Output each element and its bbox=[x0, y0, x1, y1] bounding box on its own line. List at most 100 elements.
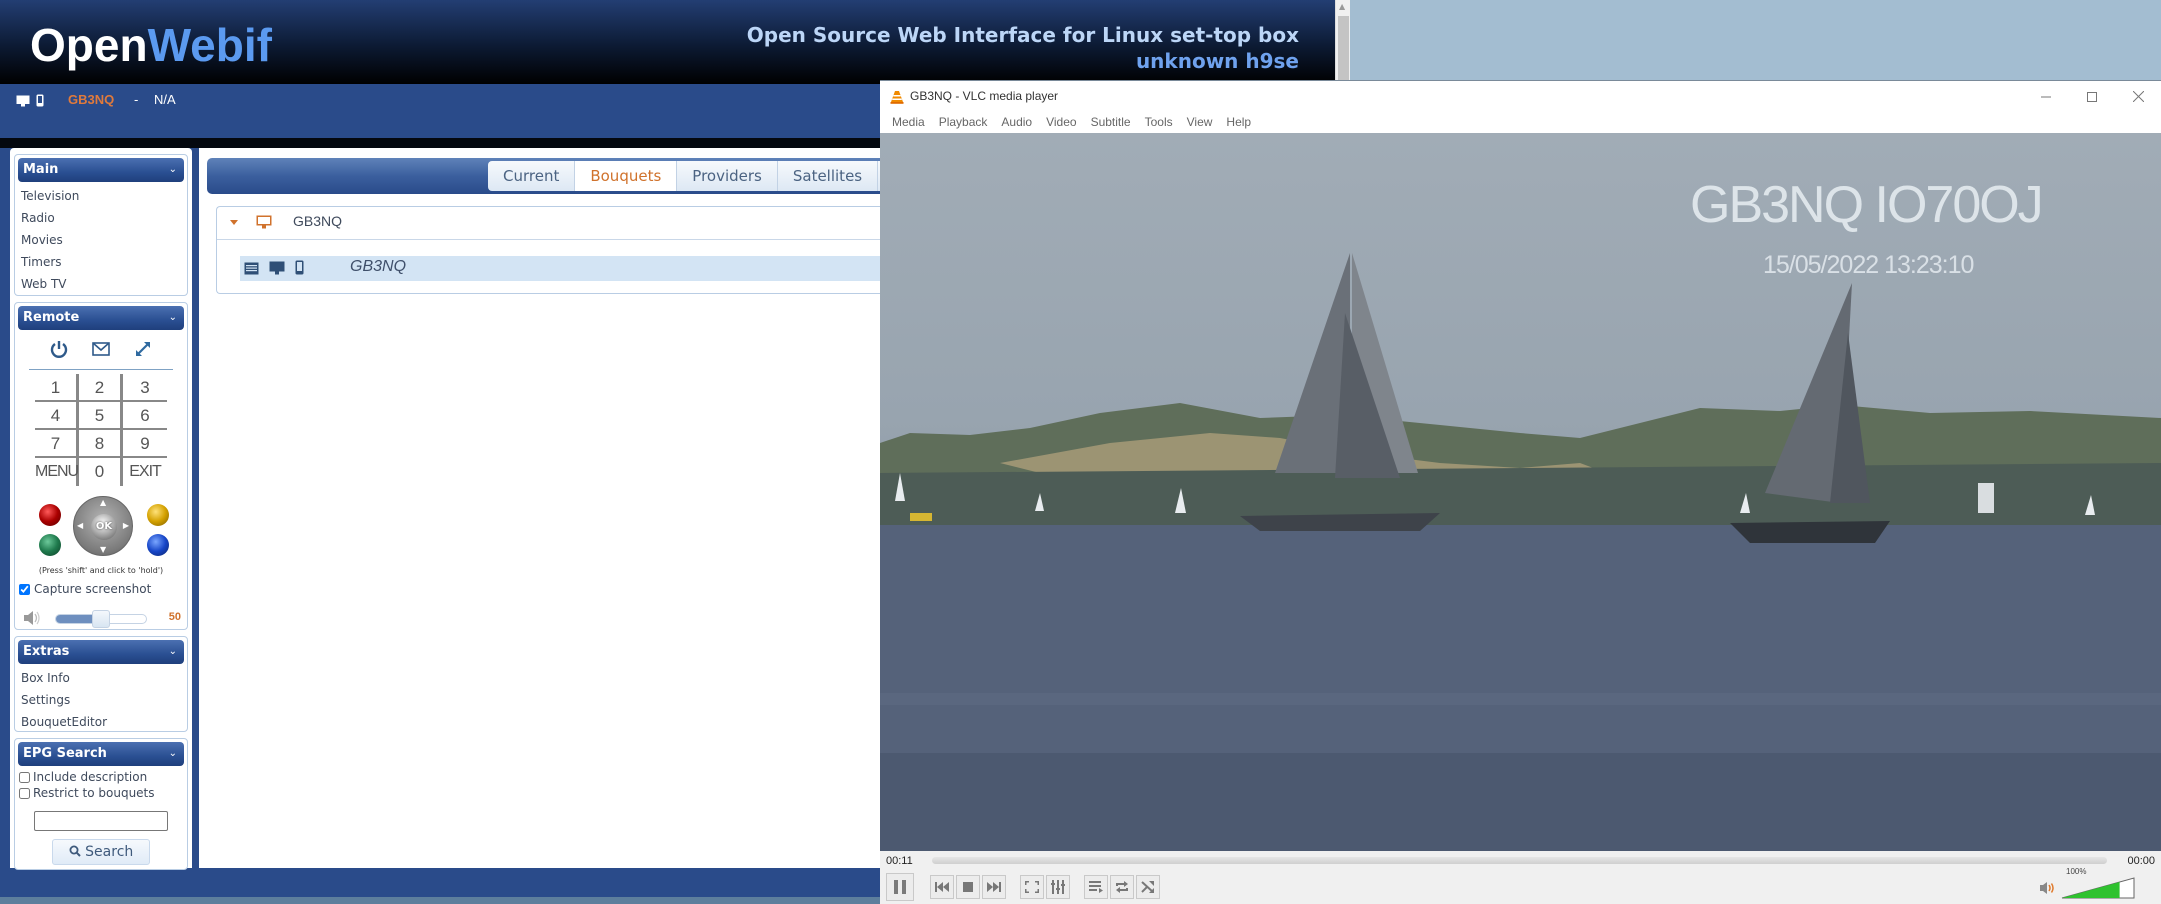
nav-radio[interactable]: Radio bbox=[15, 207, 187, 229]
chevron-down-icon[interactable]: ⌄ bbox=[169, 640, 177, 664]
nav-settings[interactable]: Settings bbox=[15, 689, 187, 711]
tab-bouquets[interactable]: Bouquets bbox=[575, 161, 678, 191]
message-icon[interactable] bbox=[91, 339, 111, 363]
remote-title: Remote bbox=[23, 310, 80, 325]
key-4[interactable]: 4 bbox=[35, 402, 79, 430]
key-9[interactable]: 9 bbox=[123, 430, 167, 458]
extended-settings-button[interactable] bbox=[1046, 875, 1070, 899]
close-button[interactable] bbox=[2115, 81, 2161, 112]
expand-triangle-icon[interactable] bbox=[230, 220, 238, 225]
shuffle-button[interactable] bbox=[1136, 875, 1160, 899]
menu-view[interactable]: View bbox=[1184, 112, 1219, 133]
bouquet-name[interactable]: GB3NQ bbox=[293, 213, 342, 229]
scrollbar-thumb[interactable] bbox=[1338, 16, 1349, 86]
tv-icon[interactable] bbox=[16, 92, 30, 111]
stop-button[interactable] bbox=[956, 875, 980, 899]
nav-box-info[interactable]: Box Info bbox=[15, 667, 187, 689]
direction-pad: ▲ ▼ ◀ ▶ OK bbox=[73, 496, 133, 556]
remote-header[interactable]: Remote ⌄ bbox=[18, 306, 184, 330]
menu-video[interactable]: Video bbox=[1043, 112, 1082, 133]
blue-button[interactable] bbox=[147, 534, 169, 556]
key-1[interactable]: 1 bbox=[35, 374, 79, 402]
loop-button[interactable] bbox=[1110, 875, 1134, 899]
tab-current[interactable]: Current bbox=[488, 161, 576, 191]
menu-audio[interactable]: Audio bbox=[998, 112, 1038, 133]
tab-providers[interactable]: Providers bbox=[677, 161, 778, 191]
extras-header[interactable]: Extras ⌄ bbox=[18, 640, 184, 664]
key-0[interactable]: 0 bbox=[79, 458, 123, 486]
right-arrow-icon[interactable]: ▶ bbox=[123, 521, 129, 530]
key-2[interactable]: 2 bbox=[79, 374, 123, 402]
loop-icon bbox=[1116, 881, 1128, 893]
fullscreen-button[interactable] bbox=[1020, 875, 1044, 899]
menu-help[interactable]: Help bbox=[1223, 112, 1257, 133]
speaker-icon[interactable] bbox=[2039, 881, 2057, 895]
epg-search-header[interactable]: EPG Search ⌄ bbox=[18, 742, 184, 766]
left-arrow-icon[interactable]: ◀ bbox=[77, 521, 83, 530]
menu-subtitle[interactable]: Subtitle bbox=[1088, 112, 1137, 133]
channel-name[interactable]: GB3NQ bbox=[350, 258, 406, 276]
vlc-menubar: Media Playback Audio Video Subtitle Tool… bbox=[880, 112, 2161, 133]
hold-hint: (Press 'shift' and click to 'hold') bbox=[38, 566, 164, 575]
power-icon[interactable] bbox=[49, 339, 69, 363]
chevron-down-icon[interactable]: ⌄ bbox=[169, 742, 177, 766]
chevron-down-icon[interactable]: ⌄ bbox=[169, 158, 177, 182]
nav-bouquet-editor[interactable]: BouquetEditor bbox=[15, 711, 187, 733]
mobile-icon[interactable] bbox=[36, 92, 44, 111]
menu-tools[interactable]: Tools bbox=[1142, 112, 1179, 133]
include-description-checkbox[interactable] bbox=[19, 771, 30, 783]
pause-button[interactable] bbox=[886, 873, 914, 901]
nav-television[interactable]: Television bbox=[15, 185, 187, 207]
capture-screenshot-checkbox[interactable] bbox=[19, 583, 30, 595]
previous-button[interactable] bbox=[930, 875, 954, 899]
minimize-button[interactable] bbox=[2023, 81, 2069, 112]
menu-playback[interactable]: Playback bbox=[936, 112, 994, 133]
epg-search-panel: EPG Search ⌄ Include description Restric… bbox=[14, 738, 188, 870]
volume-percent: 100% bbox=[2066, 867, 2087, 876]
key-5[interactable]: 5 bbox=[79, 402, 123, 430]
nav-web-tv[interactable]: Web TV bbox=[15, 273, 187, 295]
maximize-button[interactable] bbox=[2069, 81, 2115, 112]
capture-screenshot-label: Capture screenshot bbox=[34, 582, 152, 596]
green-button[interactable] bbox=[39, 534, 61, 556]
logo-webif: Webif bbox=[147, 19, 272, 71]
chevron-down-icon[interactable]: ⌄ bbox=[169, 306, 177, 330]
volume-control: 50 bbox=[15, 604, 187, 634]
mobile-icon[interactable] bbox=[295, 260, 304, 279]
tv-icon[interactable] bbox=[269, 260, 285, 279]
speaker-icon[interactable] bbox=[21, 608, 41, 628]
key-exit[interactable]: EXIT bbox=[123, 458, 167, 486]
scroll-up-arrow-icon[interactable]: ▲ bbox=[1339, 2, 1345, 11]
down-arrow-icon[interactable]: ▼ bbox=[100, 545, 106, 554]
key-7[interactable]: 7 bbox=[35, 430, 79, 458]
key-6[interactable]: 6 bbox=[123, 402, 167, 430]
playlist-button[interactable] bbox=[1084, 875, 1108, 899]
main-menu-header[interactable]: Main ⌄ bbox=[18, 158, 184, 182]
fullscreen-icon[interactable] bbox=[133, 339, 153, 363]
openwebif-logo[interactable]: OpenWebif bbox=[30, 18, 272, 72]
next-button[interactable] bbox=[982, 875, 1006, 899]
restrict-to-bouquets-checkbox[interactable] bbox=[19, 787, 30, 799]
red-button[interactable] bbox=[39, 504, 61, 526]
menu-media[interactable]: Media bbox=[889, 112, 931, 133]
tab-satellites[interactable]: Satellites bbox=[777, 161, 879, 191]
stop-icon bbox=[963, 882, 973, 892]
nav-movies[interactable]: Movies bbox=[15, 229, 187, 251]
volume-handle[interactable] bbox=[92, 610, 110, 628]
key-3[interactable]: 3 bbox=[123, 374, 167, 402]
video-display[interactable]: GB3NQ IO70OJ 15/05/2022 13:23:10 bbox=[880, 133, 2161, 851]
nav-timers[interactable]: Timers bbox=[15, 251, 187, 273]
restrict-to-bouquets-label: Restrict to bouquets bbox=[33, 786, 155, 800]
epg-search-button[interactable]: Search bbox=[52, 839, 150, 865]
seek-bar[interactable] bbox=[932, 857, 2107, 864]
key-8[interactable]: 8 bbox=[79, 430, 123, 458]
yellow-button[interactable] bbox=[147, 504, 169, 526]
current-channel-name[interactable]: GB3NQ bbox=[68, 92, 114, 107]
volume-slider[interactable] bbox=[2061, 877, 2135, 899]
vlc-titlebar[interactable]: GB3NQ - VLC media player bbox=[880, 81, 2161, 112]
ok-button[interactable]: OK bbox=[91, 514, 117, 540]
up-arrow-icon[interactable]: ▲ bbox=[100, 498, 106, 507]
epg-icon[interactable] bbox=[244, 260, 259, 279]
key-menu[interactable]: MENU bbox=[35, 458, 79, 486]
epg-search-input[interactable] bbox=[34, 811, 168, 831]
